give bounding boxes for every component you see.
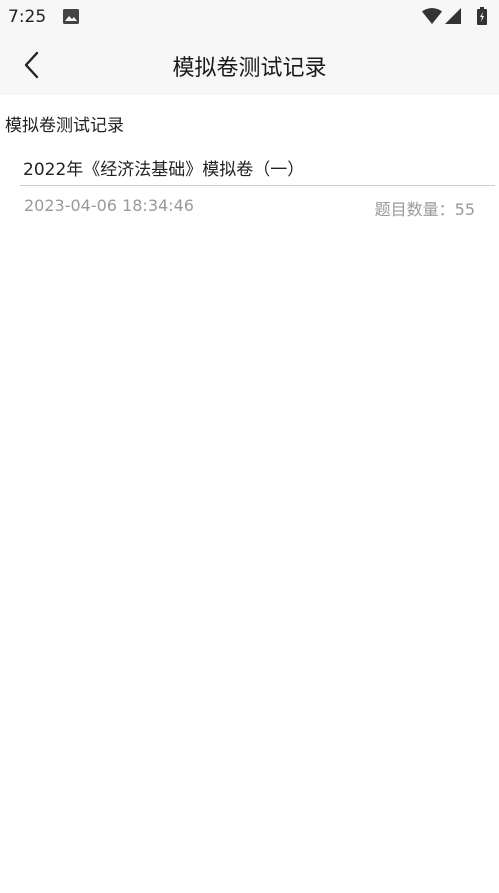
app-bar: 模拟卷测试记录	[0, 34, 499, 95]
record-time: 2023-04-06 18:34:46	[24, 196, 194, 215]
page-title: 模拟卷测试记录	[172, 56, 327, 81]
section-title: 模拟卷测试记录	[5, 116, 124, 136]
record-name: 2022年《经济法基础》模拟卷（一）	[23, 160, 305, 180]
record-divider	[20, 185, 495, 186]
status-time: 7:25	[8, 7, 47, 27]
record-question-count: 题目数量：55	[375, 196, 475, 220]
record-count-label: 题目数量：	[374, 200, 455, 219]
battery-icon	[477, 7, 487, 25]
signal-icon	[445, 8, 461, 24]
wifi-icon	[422, 8, 442, 24]
record-count-value: 55	[454, 200, 475, 219]
record-item[interactable]: 2022年《经济法基础》模拟卷（一） 2023-04-06 18:34:46 题…	[0, 148, 499, 232]
image-icon	[63, 9, 79, 24]
status-bar: 7:25	[0, 0, 499, 34]
